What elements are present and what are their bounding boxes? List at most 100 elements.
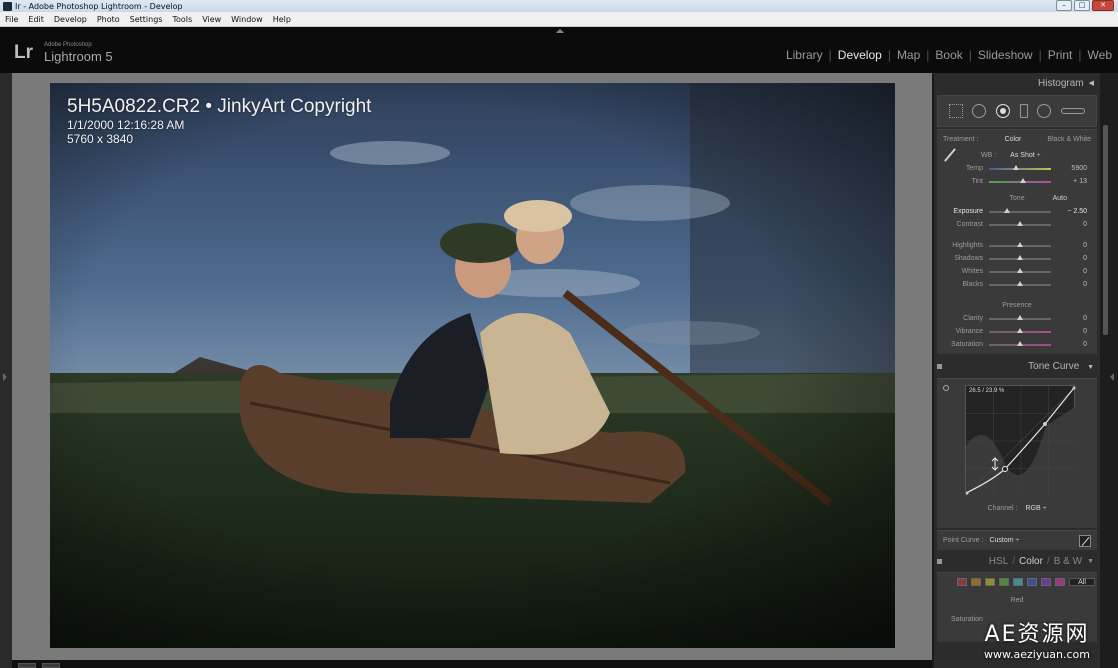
swatch-purple[interactable] [1041,578,1051,586]
blacks-value[interactable]: 0 [1051,281,1087,288]
blacks-slider-row[interactable]: Blacks 0 [937,278,1097,291]
crop-tool-icon[interactable] [948,104,963,118]
channel-select[interactable]: RGB ÷ [1026,505,1047,512]
compare-view-icon[interactable] [42,663,60,668]
clarity-slider-row[interactable]: Clarity 0 [937,312,1097,325]
highlights-slider-row[interactable]: Highlights 0 [937,239,1097,252]
highlights-slider[interactable] [989,241,1051,247]
close-button[interactable]: ✕ [1092,0,1114,11]
right-panel-scrollbar[interactable] [1100,73,1118,668]
hsl-collapse-icon[interactable]: ▼ [1087,558,1094,565]
blacks-slider-knob[interactable] [1017,280,1023,286]
clarity-value[interactable]: 0 [1051,315,1087,322]
adjustment-brush-icon[interactable] [1061,108,1086,114]
vibrance-slider[interactable] [989,327,1051,333]
hsl-header[interactable]: HSL / Color / B & W ▼ [934,552,1100,570]
clarity-slider-knob[interactable] [1017,314,1023,320]
tint-value[interactable]: + 13 [1051,178,1087,185]
bw-tab[interactable]: B & W [1054,556,1082,567]
view-mode-icon[interactable] [18,663,36,668]
whites-slider[interactable] [989,267,1051,273]
minimize-button[interactable]: – [1056,0,1072,11]
histogram-collapse-icon[interactable]: ◀ [1089,79,1094,87]
temp-slider[interactable] [989,164,1051,170]
whites-value[interactable]: 0 [1051,268,1087,275]
menu-window[interactable]: Window [226,15,268,24]
saturation-slider-knob[interactable] [1017,340,1023,346]
vibrance-value[interactable]: 0 [1051,328,1087,335]
left-panel-collapsed[interactable] [0,73,12,668]
radial-filter-icon[interactable] [1037,104,1052,118]
module-slideshow[interactable]: Slideshow [972,48,1039,62]
saturation-slider[interactable] [989,340,1051,346]
clarity-slider[interactable] [989,314,1051,320]
menu-file[interactable]: File [0,15,23,24]
contrast-value[interactable]: 0 [1051,221,1087,228]
treatment-bw-option[interactable]: Black & White [1047,136,1091,143]
swatch-blue[interactable] [1027,578,1037,586]
tone-curve-collapse-icon[interactable]: ▼ [1087,364,1094,371]
swatch-orange[interactable] [971,578,981,586]
shadows-slider-knob[interactable] [1017,254,1023,260]
target-adjust-icon[interactable] [943,385,949,391]
highlights-value[interactable]: 0 [1051,242,1087,249]
shadows-slider[interactable] [989,254,1051,260]
tint-slider-row[interactable]: Tint + 13 [937,175,1097,188]
vibrance-slider-knob[interactable] [1017,327,1023,333]
whites-slider-knob[interactable] [1017,267,1023,273]
temp-slider-knob[interactable] [1012,164,1019,170]
menu-help[interactable]: Help [268,15,296,24]
edit-point-curve-icon[interactable] [1079,534,1091,547]
swatch-magenta[interactable] [1055,578,1065,586]
photo-preview[interactable]: 5H5A0822.CR2 • JinkyArt Copyright 1/1/20… [50,83,895,648]
panel-switch-icon[interactable] [937,363,942,369]
tint-slider-knob[interactable] [1020,177,1027,183]
contrast-slider-knob[interactable] [1017,220,1023,226]
exposure-value[interactable]: − 2.50 [1051,208,1087,215]
right-panel-toggle-icon[interactable] [1110,373,1114,381]
shadows-slider-row[interactable]: Shadows 0 [937,252,1097,265]
tone-curve-header[interactable]: Tone Curve ▼ [934,356,1100,376]
menu-develop[interactable]: Develop [49,15,92,24]
temp-slider-row[interactable]: Temp 5900 [937,162,1097,175]
color-tab[interactable]: Color [1019,556,1043,567]
exposure-slider-knob[interactable] [1003,207,1010,213]
hsl-tab[interactable]: HSL [989,556,1008,567]
maximize-button[interactable]: □ [1074,0,1090,11]
blacks-slider[interactable] [989,280,1051,286]
left-panel-toggle-icon[interactable] [3,373,7,381]
scrollbar-thumb[interactable] [1103,125,1108,335]
menu-tools[interactable]: Tools [167,15,197,24]
module-web[interactable]: Web [1082,48,1118,62]
panel-switch-icon[interactable] [937,558,942,564]
swatch-all[interactable]: All [1069,578,1095,586]
auto-tone-button[interactable]: Auto [1053,195,1067,202]
wb-select[interactable]: As Shot ÷ [1010,152,1040,159]
contrast-slider-row[interactable]: Contrast 0 [937,218,1097,231]
module-print[interactable]: Print [1042,48,1079,62]
module-develop[interactable]: Develop [832,48,888,62]
menu-settings[interactable]: Settings [125,15,168,24]
saturation-value[interactable]: 0 [1051,341,1087,348]
swatch-red[interactable] [957,578,967,586]
treatment-color-option[interactable]: Color [1005,136,1022,143]
temp-value[interactable]: 5900 [1051,165,1087,172]
top-panel-toggle-icon[interactable] [556,29,564,33]
module-library[interactable]: Library [780,48,829,62]
menu-edit[interactable]: Edit [23,15,49,24]
menu-view[interactable]: View [197,15,226,24]
module-book[interactable]: Book [929,48,968,62]
menu-photo[interactable]: Photo [92,15,125,24]
point-curve-select[interactable]: Custom ÷ [989,537,1019,544]
histogram-header[interactable]: Histogram ◀ [934,73,1100,93]
shadows-value[interactable]: 0 [1051,255,1087,262]
whites-slider-row[interactable]: Whites 0 [937,265,1097,278]
tone-curve-graph[interactable]: 26.5 / 23.9 % [965,385,1076,496]
vibrance-slider-row[interactable]: Vibrance 0 [937,325,1097,338]
swatch-aqua[interactable] [1013,578,1023,586]
red-eye-icon[interactable] [996,104,1011,118]
tint-slider[interactable] [989,177,1051,183]
spot-removal-icon[interactable] [972,104,987,118]
graduated-filter-icon[interactable] [1019,104,1028,118]
highlights-slider-knob[interactable] [1017,241,1023,247]
